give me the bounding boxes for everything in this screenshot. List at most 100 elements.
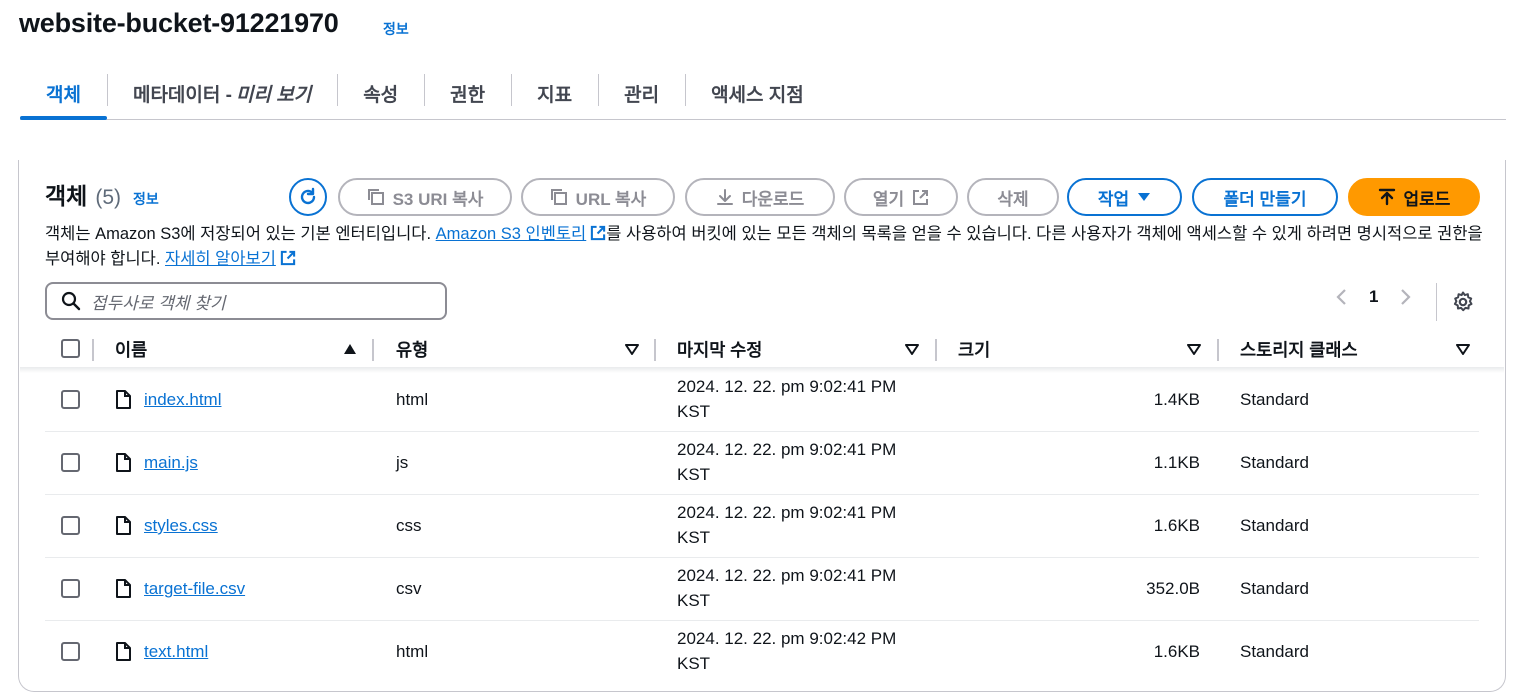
object-type: css bbox=[396, 516, 422, 535]
object-name-link[interactable]: target-file.csv bbox=[144, 576, 245, 601]
chevron-right-icon[interactable] bbox=[1396, 287, 1414, 307]
object-storage-class: Standard bbox=[1240, 390, 1309, 409]
object-size: 1.1KB bbox=[1153, 453, 1200, 472]
tab-metrics[interactable]: 지표 bbox=[511, 68, 598, 119]
sort-icon[interactable] bbox=[625, 343, 639, 355]
sort-icon[interactable] bbox=[1187, 343, 1201, 355]
object-size: 1.6KB bbox=[1153, 516, 1200, 535]
objects-count: (5) bbox=[95, 186, 121, 209]
file-icon bbox=[116, 516, 131, 535]
tab-management[interactable]: 관리 bbox=[598, 68, 685, 119]
object-last-modified: 2024. 12. 22. pm 9:02:41 PM KST bbox=[677, 377, 897, 421]
column-type[interactable]: 유형 bbox=[396, 333, 428, 365]
sort-icon[interactable] bbox=[905, 343, 919, 355]
file-icon bbox=[116, 453, 131, 472]
object-name-link[interactable]: main.js bbox=[144, 450, 198, 475]
delete-button[interactable]: 삭제 bbox=[967, 178, 1059, 216]
bucket-info-link[interactable]: 정보 bbox=[383, 19, 409, 39]
column-divider bbox=[1217, 339, 1219, 361]
tab-objects[interactable]: 객체 bbox=[20, 68, 107, 120]
tab-metadata-preview[interactable]: 메타데이터 - 미리 보기 bbox=[106, 68, 337, 119]
file-icon bbox=[116, 642, 131, 661]
sort-icon[interactable] bbox=[1456, 343, 1470, 355]
search-input[interactable]: 접두사로 객체 찾기 bbox=[45, 282, 447, 320]
object-name-link[interactable]: text.html bbox=[144, 639, 208, 664]
object-last-modified: 2024. 12. 22. pm 9:02:42 PM KST bbox=[677, 629, 897, 673]
download-button[interactable]: 다운로드 bbox=[685, 178, 835, 216]
open-button[interactable]: 열기 bbox=[844, 178, 958, 216]
row-checkbox[interactable] bbox=[61, 642, 80, 661]
row-checkbox[interactable] bbox=[61, 516, 80, 535]
table-row[interactable]: main.js js 2024. 12. 22. pm 9:02:41 PM K… bbox=[45, 432, 1479, 495]
column-storage-class[interactable]: 스토리지 클래스 bbox=[1240, 333, 1358, 365]
object-type: html bbox=[396, 642, 429, 661]
upload-button[interactable]: 업로드 bbox=[1348, 178, 1480, 216]
objects-title: 객체 bbox=[45, 183, 88, 209]
create-folder-button[interactable]: 폴더 만들기 bbox=[1192, 178, 1338, 216]
object-size: 1.6KB bbox=[1153, 642, 1200, 661]
gear-icon[interactable] bbox=[1451, 290, 1475, 314]
tab-permissions[interactable]: 권한 bbox=[424, 68, 511, 119]
tab-properties[interactable]: 속성 bbox=[337, 68, 424, 119]
pagination: 1 bbox=[1333, 287, 1414, 307]
object-size: 352.0B bbox=[1146, 579, 1200, 598]
object-last-modified: 2024. 12. 22. pm 9:02:41 PM KST bbox=[677, 566, 897, 610]
refresh-button[interactable] bbox=[289, 178, 327, 216]
object-storage-class: Standard bbox=[1240, 579, 1309, 598]
learn-more-link[interactable]: 자세히 알아보기 bbox=[165, 250, 276, 268]
object-name-link[interactable]: styles.css bbox=[144, 513, 218, 538]
column-size[interactable]: 크기 bbox=[958, 333, 990, 365]
objects-description: 객체는 Amazon S3에 저장되어 있는 기본 엔터티입니다. Amazon… bbox=[45, 225, 1483, 268]
page-number[interactable]: 1 bbox=[1369, 287, 1378, 307]
caret-down-icon bbox=[1138, 193, 1151, 201]
objects-info-link[interactable]: 정보 bbox=[133, 189, 159, 209]
bucket-title: website-bucket-91221970 bbox=[19, 8, 339, 38]
objects-header: 객체 (5) 정보 bbox=[45, 177, 159, 211]
search-placeholder: 접두사로 객체 찾기 bbox=[91, 293, 226, 313]
object-type: html bbox=[396, 390, 429, 409]
object-storage-class: Standard bbox=[1240, 642, 1309, 661]
table-header: 이름 유형 마지막 수정 크기 스토리지 클래스 bbox=[45, 333, 1490, 367]
column-divider bbox=[935, 339, 937, 361]
column-last-modified[interactable]: 마지막 수정 bbox=[677, 333, 762, 365]
pager-divider bbox=[1436, 283, 1437, 321]
copy-icon bbox=[367, 189, 384, 205]
object-last-modified: 2024. 12. 22. pm 9:02:41 PM KST bbox=[677, 440, 897, 484]
object-storage-class: Standard bbox=[1240, 453, 1309, 472]
tab-access-points[interactable]: 액세스 지점 bbox=[685, 68, 830, 119]
file-icon bbox=[116, 579, 131, 598]
refresh-icon bbox=[300, 187, 316, 205]
table-row[interactable]: target-file.csv csv 2024. 12. 22. pm 9:0… bbox=[45, 558, 1479, 621]
inventory-link[interactable]: Amazon S3 인벤토리 bbox=[436, 225, 587, 243]
chevron-left-icon[interactable] bbox=[1333, 287, 1351, 307]
column-divider bbox=[654, 339, 656, 361]
object-last-modified: 2024. 12. 22. pm 9:02:41 PM KST bbox=[677, 503, 897, 547]
copy-s3-uri-button[interactable]: S3 URI 복사 bbox=[338, 178, 512, 216]
object-size: 1.4KB bbox=[1153, 390, 1200, 409]
table-row[interactable]: text.html html 2024. 12. 22. pm 9:02:42 … bbox=[45, 621, 1479, 684]
column-divider bbox=[92, 339, 94, 361]
download-icon bbox=[716, 189, 733, 205]
sort-ascending-icon[interactable] bbox=[343, 343, 357, 355]
column-name[interactable]: 이름 bbox=[115, 333, 147, 365]
copy-icon bbox=[550, 189, 567, 205]
tab-bar: 객체 메타데이터 - 미리 보기 속성 권한 지표 관리 액세스 지점 bbox=[20, 68, 1506, 120]
object-type: csv bbox=[396, 579, 422, 598]
upload-icon bbox=[1378, 188, 1395, 206]
actions-dropdown-button[interactable]: 작업 bbox=[1067, 178, 1182, 216]
table-row[interactable]: styles.css css 2024. 12. 22. pm 9:02:41 … bbox=[45, 495, 1479, 558]
object-storage-class: Standard bbox=[1240, 516, 1309, 535]
row-checkbox[interactable] bbox=[61, 390, 80, 409]
table-row[interactable]: index.html html 2024. 12. 22. pm 9:02:41… bbox=[45, 369, 1479, 432]
search-icon bbox=[61, 291, 81, 311]
column-divider bbox=[372, 339, 374, 361]
object-name-link[interactable]: index.html bbox=[144, 387, 221, 412]
file-icon bbox=[116, 390, 131, 409]
external-link-icon bbox=[591, 225, 606, 241]
select-all-checkbox[interactable] bbox=[61, 339, 80, 358]
row-checkbox[interactable] bbox=[61, 453, 80, 472]
external-link-icon bbox=[913, 189, 929, 205]
row-checkbox[interactable] bbox=[61, 579, 80, 598]
copy-url-button[interactable]: URL 복사 bbox=[521, 178, 675, 216]
external-link-icon bbox=[280, 250, 296, 266]
